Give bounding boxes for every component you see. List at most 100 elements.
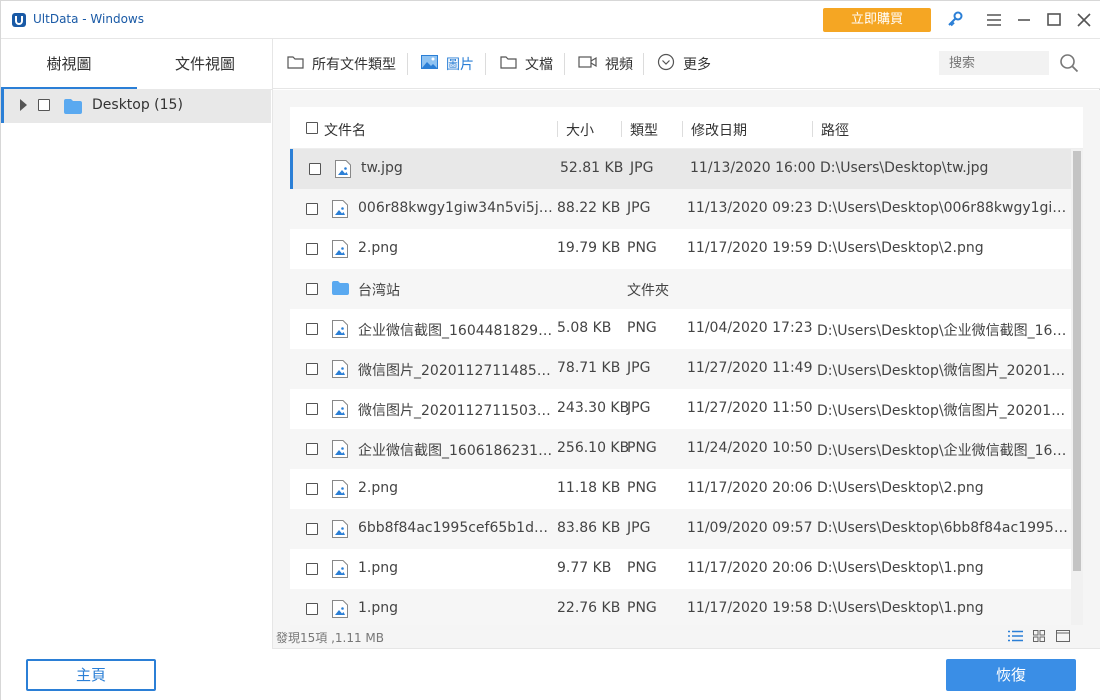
key-icon[interactable] [945,10,965,30]
filter-bar: 所有文件類型 圖片 文檔 視頻 更多 [273,39,1100,89]
menu-icon[interactable] [984,10,1004,30]
table-row[interactable]: 2.png 11.18 KB PNG 11/17/2020 20:06 D:\Users… [290,469,1071,509]
filter-label: 圖片 [446,57,474,73]
image-file-icon [332,440,348,458]
folder-icon [287,55,304,73]
minimize-icon[interactable] [1014,10,1034,30]
row-checkbox[interactable] [306,603,318,615]
file-path: D:\Users\Desktop\企业微信截图_160... [817,323,1069,339]
file-path: D:\Users\Desktop\2.png [817,480,984,496]
filter-label: 視頻 [605,57,633,73]
status-text: 發現15項 ,1.11 MB [276,631,385,645]
table-row[interactable]: 微信图片_20201127114854.jpg 78.71 KB JPG 11/27/… [290,349,1071,389]
image-file-icon [332,560,348,578]
preview-view-icon[interactable] [1056,630,1070,646]
tree-item-desktop[interactable]: Desktop (15) [1,89,271,123]
row-checkbox[interactable] [309,163,321,175]
table-row[interactable]: 微信图片_20201127115037.jpg 243.30 KB JPG 11/27… [290,389,1071,429]
file-type: PNG [627,480,657,496]
search-input[interactable] [939,51,1049,75]
image-file-icon [332,480,348,498]
separator [407,53,408,75]
image-file-icon [335,160,351,178]
select-all-checkbox[interactable] [306,122,318,134]
filter-label: 文檔 [525,57,553,73]
file-name: 6bb8f84ac1995cef65b1d5d... [358,520,556,536]
file-path: D:\Users\Desktop\1.png [817,600,984,616]
row-checkbox[interactable] [306,203,318,215]
table-row[interactable]: tw.jpg 52.81 KB JPG 11/13/2020 16:00 D:\User… [290,149,1071,189]
file-path: D:\Users\Desktop\2.png [817,240,984,256]
filter-label: 所有文件類型 [312,57,396,73]
filter-images[interactable]: 圖片 [421,39,474,89]
file-type: PNG [627,320,657,336]
modified-date: 11/13/2020 09:23 [687,200,813,216]
column-separator [682,121,683,137]
image-file-icon [332,320,348,338]
file-size: 19.79 KB [557,240,621,256]
buy-now-button[interactable]: 立即購買 [823,8,931,32]
filter-all-types[interactable]: 所有文件類型 [287,39,396,89]
column-separator [557,121,558,137]
row-checkbox[interactable] [306,363,318,375]
column-header-date[interactable]: 修改日期 [691,120,747,140]
image-file-icon [332,400,348,418]
app-window: UltData - Windows 立即購買 樹視圖 文件視圖 Desktop [0,0,1100,700]
search-icon[interactable] [1059,53,1079,77]
recover-button[interactable]: 恢復 [946,659,1076,691]
expand-arrow-icon[interactable] [20,99,27,111]
file-name: 2.png [358,240,399,256]
row-checkbox[interactable] [306,283,318,295]
modified-date: 11/17/2020 20:06 [687,560,813,576]
modified-date: 11/24/2020 10:50 [687,440,813,456]
filter-documents[interactable]: 文檔 [500,39,553,89]
table-row[interactable]: 1.png 22.76 KB PNG 11/17/2020 19:58 D:\Users… [290,589,1071,629]
file-name: 微信图片_20201127115037.jpg [358,403,556,419]
file-type: JPG [627,520,651,536]
close-icon[interactable] [1074,10,1094,30]
tab-tree-view[interactable]: 樹視圖 [1,39,137,89]
column-header-name[interactable]: 文件名 [324,120,366,140]
maximize-icon[interactable] [1044,10,1064,30]
table-row[interactable]: 企业微信截图_160448182984... 5.08 KB PNG 11/04/20… [290,309,1071,349]
modified-date: 11/27/2020 11:49 [687,360,813,376]
file-type: JPG [627,400,651,416]
file-name: tw.jpg [361,160,403,176]
row-checkbox[interactable] [306,243,318,255]
file-name: 台湾站 [358,283,400,299]
separator [643,53,644,75]
scrollbar-thumb[interactable] [1073,151,1081,571]
home-button[interactable]: 主頁 [26,659,156,691]
file-type: 文件夾 [627,283,669,299]
list-view-icon[interactable] [1008,630,1023,646]
file-type: PNG [627,440,657,456]
grid-view-icon[interactable] [1033,630,1045,646]
column-header-type[interactable]: 類型 [630,120,658,140]
video-icon [578,55,597,73]
row-checkbox[interactable] [306,483,318,495]
filter-more[interactable]: 更多 [657,39,711,89]
table-row[interactable]: 006r88kwgy1giw34n5vi5j31... 88.22 KB JPG 11… [290,189,1071,229]
file-path: D:\Users\Desktop\企业微信截图_160... [817,443,1069,459]
file-type: JPG [630,160,654,176]
file-size: 83.86 KB [557,520,621,536]
row-checkbox[interactable] [306,323,318,335]
table-row[interactable]: 台湾站 文件夾 [290,269,1071,309]
image-file-icon [332,600,348,618]
row-checkbox[interactable] [306,563,318,575]
file-name: 2.png [358,480,399,496]
row-checkbox[interactable] [306,403,318,415]
filter-videos[interactable]: 視頻 [578,39,633,89]
table-row[interactable]: 1.png 9.77 KB PNG 11/17/2020 20:06 D:\Users\… [290,549,1071,589]
column-header-path[interactable]: 路徑 [821,120,849,140]
table-row[interactable]: 企业微信截图_160618623177... 256.10 KB PNG 11/24/… [290,429,1071,469]
row-checkbox[interactable] [306,523,318,535]
tree-checkbox[interactable] [38,99,50,111]
file-size: 22.76 KB [557,600,621,616]
column-header-size[interactable]: 大小 [566,120,594,140]
file-size: 256.10 KB [557,440,630,456]
row-checkbox[interactable] [306,443,318,455]
table-row[interactable]: 2.png 19.79 KB PNG 11/17/2020 19:59 D:\Users… [290,229,1071,269]
tab-file-view[interactable]: 文件視圖 [137,39,273,89]
table-row[interactable]: 6bb8f84ac1995cef65b1d5d... 83.86 KB JPG 11/… [290,509,1071,549]
